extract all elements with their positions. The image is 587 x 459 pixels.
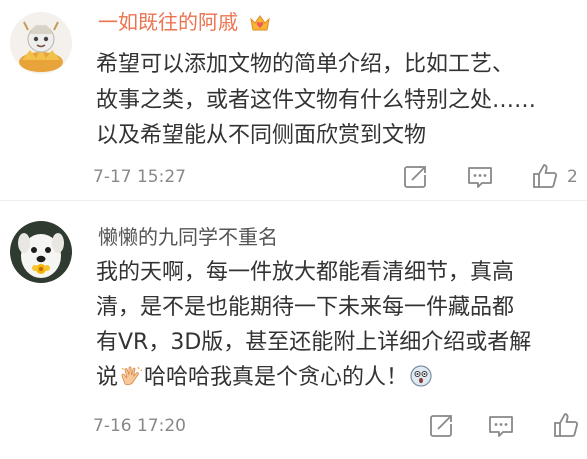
- comment-text: 清，是不是也能期待一下未来每一件藏品都: [96, 295, 515, 320]
- timestamp: 7-17 15:27: [93, 167, 186, 187]
- comment-text: 希望可以添加文物的简单介绍，比如工艺、: [96, 52, 515, 77]
- comment-text: 哈哈哈我真是个贪心的人！: [144, 365, 409, 390]
- timestamp: 7-16 17:20: [93, 416, 186, 436]
- avatar[interactable]: [10, 12, 72, 74]
- comment-icon[interactable]: [487, 412, 515, 440]
- comment-icon[interactable]: [466, 163, 494, 191]
- comment-text: 以及希望能从不同侧面欣赏到文物: [96, 123, 427, 148]
- surprised-face-emoji-icon: [409, 364, 433, 388]
- like-count: 2: [567, 167, 578, 187]
- like-icon[interactable]: [552, 411, 580, 439]
- repost-icon[interactable]: [401, 163, 429, 191]
- cartoon-character-avatar-icon: [10, 12, 72, 74]
- comment-text: 我的天啊，每一件放大都能看清细节，真高: [96, 260, 515, 285]
- username[interactable]: 一如既往的阿戚: [98, 9, 238, 35]
- like-icon[interactable]: [531, 162, 559, 190]
- comment-item: 懒懒的九同学不重名 我的天啊，每一件放大都能看清细节，真高 清，是不是也能期待一…: [0, 201, 587, 459]
- clapping-hands-emoji-icon: [119, 364, 143, 388]
- username[interactable]: 懒懒的九同学不重名: [98, 224, 278, 250]
- vip-crown-heart-icon: [248, 11, 272, 35]
- avatar[interactable]: [10, 221, 72, 283]
- comment-text: 有VR，3D版，甚至还能附上详细介绍或者解: [96, 330, 532, 355]
- white-dog-with-flower-avatar-icon: [10, 221, 72, 283]
- comment-text: 说: [96, 365, 119, 390]
- comment-text: 故事之类，或者这件文物有什么特别之处……: [96, 88, 537, 113]
- repost-icon[interactable]: [427, 412, 455, 440]
- comment-item: 一如既往的阿戚 希望可以添加文物的简单介绍，比如工艺、 故事之类，或者这件文物有…: [0, 0, 587, 201]
- comment-text-last-line: 说 哈哈哈我真是个贪心的人！: [96, 363, 434, 393]
